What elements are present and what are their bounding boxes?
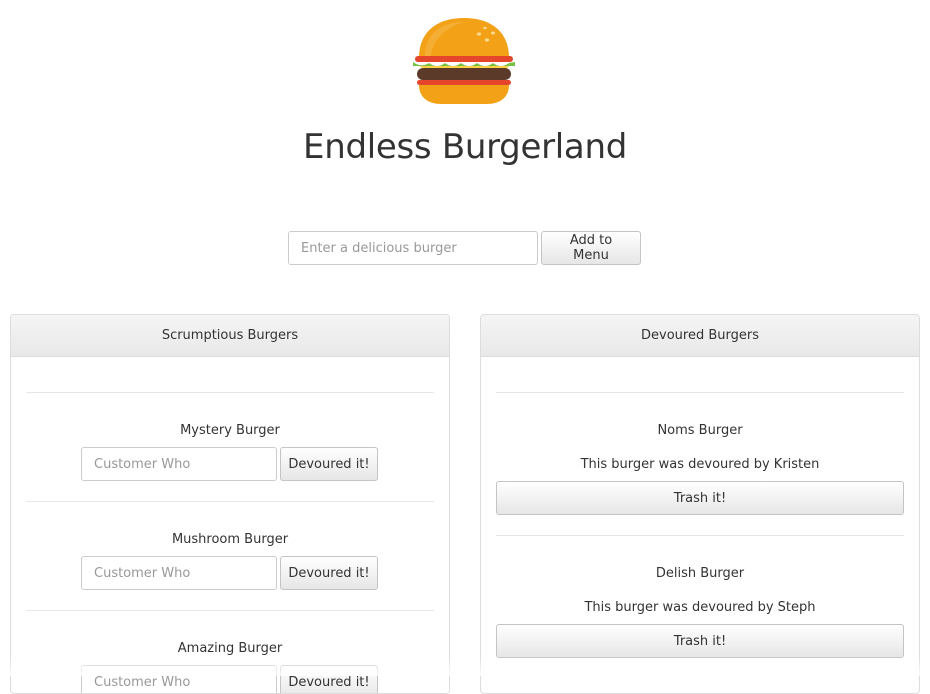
trash-it-button[interactable]: Trash it! [496, 481, 904, 515]
divider [496, 535, 904, 536]
burger-name: Noms Burger [657, 423, 743, 438]
panel-heading: Scrumptious Burgers [11, 315, 449, 357]
scrumptious-burgers-panel: Scrumptious Burgers Mystery Burger Devou… [10, 314, 450, 694]
devoured-it-button[interactable]: Devoured it! [280, 447, 378, 481]
burger-name: Amazing Burger [177, 641, 283, 656]
add-to-menu-button[interactable]: Add to Menu [541, 231, 641, 265]
divider [26, 610, 434, 611]
list-item: Devoured it! [81, 556, 381, 590]
list-item: Devoured it! [81, 447, 381, 481]
burger-name-input[interactable] [288, 231, 538, 265]
add-burger-form: Add to Menu [288, 231, 648, 265]
customer-name-input[interactable] [81, 447, 277, 481]
devoured-by-text: This burger was devoured by Kristen [580, 457, 820, 472]
devoured-by-text: This burger was devoured by Steph [584, 600, 816, 615]
divider [26, 392, 434, 393]
burger-name: Mushroom Burger [171, 532, 289, 547]
bottom-fade [0, 656, 930, 676]
page-title: Endless Burgerland [303, 127, 627, 167]
divider [26, 501, 434, 502]
burger-name: Delish Burger [655, 566, 745, 581]
devoured-burgers-panel: Devoured Burgers Noms Burger This burger… [480, 314, 920, 694]
devoured-it-button[interactable]: Devoured it! [280, 556, 378, 590]
panel-heading: Devoured Burgers [481, 315, 919, 357]
trash-it-button[interactable]: Trash it! [496, 624, 904, 658]
customer-name-input[interactable] [81, 556, 277, 590]
divider [496, 392, 904, 393]
hamburger-icon [413, 18, 515, 104]
burger-name: Mystery Burger [180, 423, 280, 438]
